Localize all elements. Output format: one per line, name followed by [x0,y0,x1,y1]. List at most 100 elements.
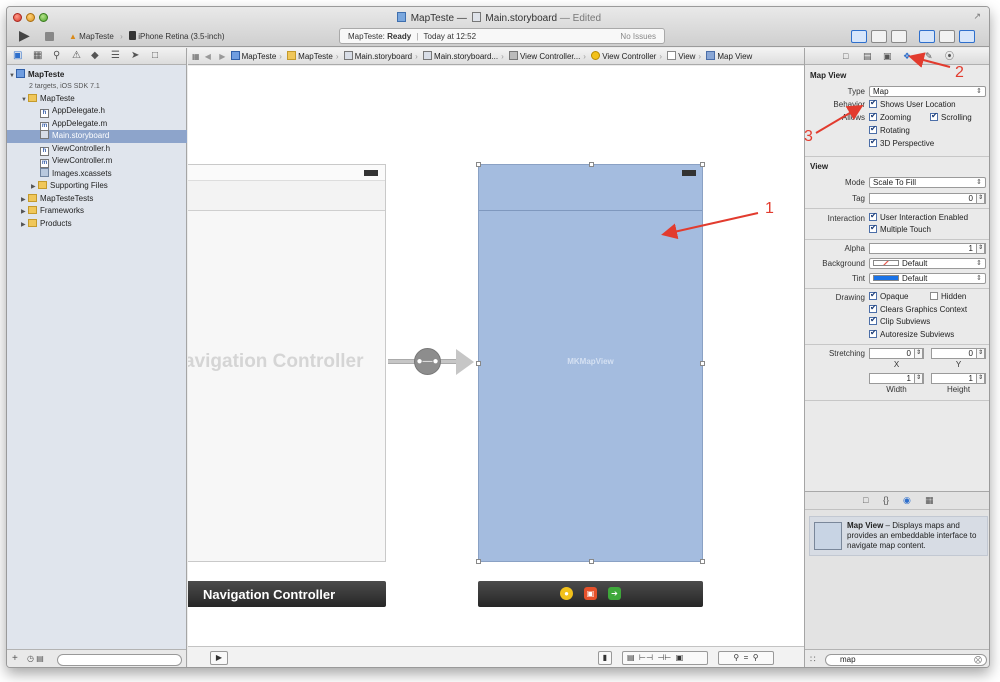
code-snippet-library-icon[interactable]: {} [883,495,889,505]
3d-perspective-checkbox[interactable]: 3D Perspective [869,137,934,149]
tree-item-products[interactable]: ▶ Products [21,218,72,231]
connections-inspector-icon[interactable]: ⦿ [945,51,954,61]
tree-project[interactable]: ▼ MapTeste 2 targets, iOS SDK 7.1 [9,69,100,91]
log-navigator-icon[interactable]: □ [152,50,158,61]
stepper-icon[interactable]: ⇕ [976,348,985,359]
symbol-navigator-icon[interactable]: ▦ [33,50,42,61]
assistant-editor-button[interactable] [871,30,887,43]
first-responder-icon[interactable]: ▣ [584,587,597,600]
view-controller-icon[interactable]: ● [560,587,573,600]
tree-item-supporting-files[interactable]: ▶ Supporting Files [31,180,108,193]
rotating-checkbox[interactable]: Rotating [869,124,910,136]
tree-item-appdelegate-h[interactable]: h AppDelegate.h [40,105,105,118]
debug-area-toggle-button[interactable] [939,30,955,43]
exit-icon[interactable]: ➔ [608,587,621,600]
stretch-y-field[interactable]: 0 ⇕ [931,348,986,359]
scheme-selector[interactable]: ▲ MapTeste › iPhone Retina (3.5-inch) [69,31,225,41]
tree-item-frameworks[interactable]: ▶ Frameworks [21,205,84,218]
project-navigator-icon[interactable]: ▣ [13,50,22,61]
align-pin-resolve-group[interactable]: ▤ ⊢⊣ ⊣⊢ ▣ [622,651,708,665]
tree-item-images-xcassets[interactable]: Images.xcassets [40,167,112,181]
jump-item[interactable]: View Controller [602,52,656,61]
tree-item-viewcontroller-h[interactable]: h ViewController.h [40,143,110,156]
clear-search-icon[interactable]: ⨂ [974,655,982,665]
multiple-touch-checkbox[interactable]: Multiple Touch [869,223,931,235]
stepper-icon[interactable]: ⇕ [976,373,985,384]
tint-color-popup[interactable]: Default ⇕ [869,273,986,284]
tree-item-maptestetests[interactable]: ▶ MapTesteTests [21,193,93,206]
resize-handle[interactable] [476,559,481,564]
navigator-toggle-button[interactable] [919,30,935,43]
version-editor-button[interactable] [891,30,907,43]
jump-item[interactable]: Main.storyboard [355,52,412,61]
zooming-checkbox[interactable]: Zooming [869,111,911,123]
view-controller-scene[interactable]: MKMapView [476,162,705,564]
user-interaction-checkbox[interactable]: User Interaction Enabled [869,211,968,223]
navigation-controller-scene[interactable]: avigation Controller [188,164,386,562]
content-mode-popup[interactable]: Scale To Fill ⇕ [869,177,986,188]
document-outline-toggle[interactable]: ▶ [210,651,228,665]
tree-item-appdelegate-m[interactable]: m AppDelegate.m [40,118,107,131]
attributes-inspector-icon[interactable]: ❖ [903,51,911,61]
run-button[interactable]: ▶ [19,28,30,42]
jump-item[interactable]: Map View [717,52,752,61]
stepper-icon[interactable]: ⇕ [976,243,985,254]
recent-files-icon[interactable]: ◷ ▤ [27,654,44,663]
issue-navigator-icon[interactable]: ⚠ [72,50,81,61]
tree-item-maptestefolder[interactable]: ▼ MapTeste [21,93,75,106]
breakpoint-navigator-icon[interactable]: ➤ [131,50,139,61]
stepper-icon[interactable]: ⇕ [976,193,985,204]
stop-button[interactable] [45,32,54,41]
navigation-controller-label[interactable]: Navigation Controller [188,581,386,607]
quick-help-icon[interactable]: ▤ [863,51,872,61]
hidden-checkbox[interactable]: Hidden [930,292,966,302]
stepper-icon[interactable]: ⇕ [914,373,923,384]
search-navigator-icon[interactable]: ⚲ [53,50,60,61]
resize-handle[interactable] [476,361,481,366]
jump-item[interactable]: MapTeste [298,52,333,61]
size-inspector-icon[interactable]: ✎ [925,51,933,61]
media-library-icon[interactable]: ▦ [925,495,934,505]
zoom-controls[interactable]: ⚲ = ⚲ [718,651,774,665]
autoresize-checkbox[interactable]: Autoresize Subviews [869,328,954,340]
resize-handle[interactable] [589,559,594,564]
resize-handle[interactable] [476,162,481,167]
navigator-filter-input[interactable] [57,654,182,666]
identity-inspector-icon[interactable]: ▣ [883,51,892,61]
stepper-icon[interactable]: ⇕ [914,348,923,359]
alpha-field[interactable]: 1 ⇕ [869,243,986,254]
utilities-toggle-button[interactable] [959,30,975,43]
tree-item-viewcontroller-m[interactable]: m ViewController.m [40,155,112,168]
segue-icon[interactable]: ●—● [414,348,441,375]
file-template-library-icon[interactable]: □ [863,495,868,505]
resize-handle[interactable] [700,162,705,167]
resize-handle[interactable] [700,361,705,366]
stretch-x-field[interactable]: 0 ⇕ [869,348,924,359]
jump-item[interactable]: MapTeste [242,52,277,61]
jump-item[interactable]: View Controller... [520,52,580,61]
debug-navigator-icon[interactable]: ☰ [111,50,120,61]
standard-editor-button[interactable] [851,30,867,43]
clip-subviews-checkbox[interactable]: Clip Subviews [869,315,930,327]
resolve-layout-button[interactable]: ▮ [598,651,612,665]
background-color-popup[interactable]: Default ⇕ [869,258,986,269]
stretch-width-field[interactable]: 1 ⇕ [869,373,924,384]
opaque-checkbox[interactable]: Opaque [869,290,908,302]
scrolling-checkbox[interactable]: Scrolling [930,111,972,123]
stretch-height-field[interactable]: 1 ⇕ [931,373,986,384]
file-inspector-icon[interactable]: □ [843,51,848,61]
add-file-button[interactable]: + [12,653,18,664]
forward-arrow-icon[interactable]: ▶ [219,52,225,61]
back-arrow-icon[interactable]: ◀ [205,52,211,61]
tree-item-main-storyboard[interactable]: Main.storyboard [7,130,187,143]
jump-item[interactable]: Main.storyboard... [434,52,498,61]
object-library-icon[interactable]: ◉ [903,495,911,505]
related-items-icon[interactable]: ▦ [192,52,200,61]
storyboard-canvas[interactable]: avigation Controller Navigation Controll… [188,66,804,646]
issues-status[interactable]: No Issues [620,32,656,41]
tag-field[interactable]: 0 ⇕ [869,193,986,204]
map-type-popup[interactable]: Map ⇕ [869,86,986,97]
test-navigator-icon[interactable]: ◆ [91,50,99,61]
fullscreen-icon[interactable]: ↗ [973,11,981,22]
resize-handle[interactable] [700,559,705,564]
